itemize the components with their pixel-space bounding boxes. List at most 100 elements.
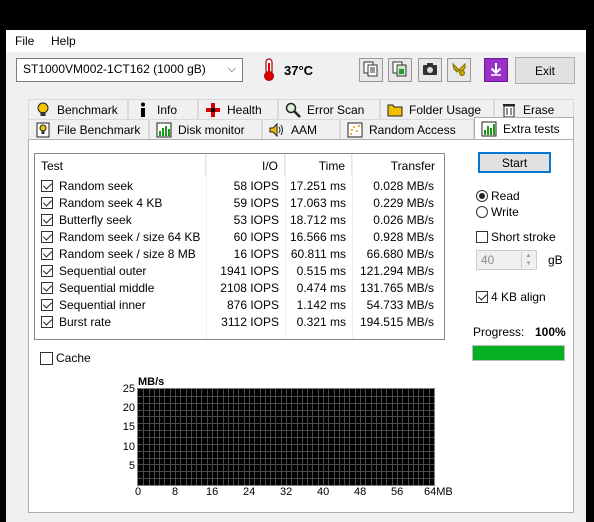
lightbulb-icon [35, 102, 51, 118]
column-header-transfer[interactable]: Transfer [352, 154, 444, 176]
table-row[interactable]: Sequential inner 876 IOPS 1.142 ms 54.733 M… [35, 297, 444, 314]
x-tick-label: 64MB [424, 486, 453, 498]
row-checkbox[interactable] [41, 282, 53, 294]
align-label: 4 KB align [491, 290, 546, 304]
progress-fill [473, 346, 564, 360]
cell-transfer: 194.515 MB/s [359, 315, 434, 329]
tab-extra-tests[interactable]: Extra tests [474, 117, 574, 139]
progress-bar [472, 345, 565, 361]
cell-time: 0.515 ms [296, 264, 346, 278]
cell-transfer: 54.733 MB/s [366, 298, 434, 312]
tab-folder-usage[interactable]: Folder Usage [380, 99, 494, 119]
tab-error-scan[interactable]: Error Scan [278, 99, 380, 119]
spin-buttons[interactable]: ▲ ▼ [521, 252, 535, 268]
tab-label: Extra tests [503, 121, 560, 136]
x-tick-label: 0 [135, 486, 142, 498]
tab-info[interactable]: Info [128, 99, 198, 119]
table-row[interactable]: Burst rate 3112 IOPS 0.321 ms 194.515 MB/s [35, 314, 444, 331]
cell-test: Sequential outer [59, 264, 147, 278]
short-stroke-checkbox[interactable] [476, 231, 488, 243]
tab-random-access[interactable]: Random Access [340, 119, 474, 139]
trash-icon [501, 102, 517, 118]
row-checkbox[interactable] [41, 299, 53, 311]
copy-image-button[interactable] [388, 58, 412, 82]
write-radio[interactable] [476, 206, 488, 218]
table-row[interactable]: Random seek / size 8 MB 16 IOPS 60.811 ms 6… [35, 246, 444, 263]
options-icon [451, 61, 467, 80]
cell-transfer: 0.928 MB/s [373, 230, 434, 244]
row-checkbox[interactable] [41, 231, 53, 243]
align-checkbox[interactable] [476, 291, 488, 303]
row-checkbox[interactable] [41, 197, 53, 209]
extra-tests-icon [481, 121, 497, 137]
progress-label: Progress: [473, 325, 525, 339]
row-checkbox[interactable] [41, 180, 53, 192]
cell-time: 60.811 ms [290, 247, 346, 261]
cell-io: 876 IOPS [226, 298, 279, 312]
options-button[interactable] [447, 58, 471, 82]
progress-value: 100% [535, 325, 566, 339]
menu-file[interactable]: File [15, 34, 34, 48]
column-header-test[interactable]: Test [35, 154, 206, 176]
table-row[interactable]: Sequential middle 2108 IOPS 0.474 ms 131.76… [35, 280, 444, 297]
cell-test: Random seek / size 64 KB [59, 230, 201, 244]
menu-help[interactable]: Help [51, 34, 76, 48]
magnifier-icon [285, 102, 301, 118]
cell-io: 1941 IOPS [220, 264, 279, 278]
tab-disk-monitor[interactable]: Disk monitor [149, 119, 262, 139]
table-row[interactable]: Random seek 58 IOPS 17.251 ms 0.028 MB/s [35, 178, 444, 195]
short-stroke-label: Short stroke [491, 230, 556, 244]
read-radio[interactable] [476, 190, 488, 202]
x-tick-label: 8 [172, 486, 179, 498]
short-stroke-value: 40 [481, 253, 495, 267]
x-tick-label: 16 [206, 486, 219, 498]
row-checkbox[interactable] [41, 265, 53, 277]
start-button[interactable]: Start [478, 152, 551, 173]
tab-health[interactable]: Health [198, 99, 278, 119]
health-icon [205, 102, 221, 118]
copy-text-icon [363, 61, 379, 80]
thermometer-icon [259, 58, 279, 82]
short-stroke-size-input[interactable]: 40 ▲ ▼ [476, 250, 537, 270]
info-icon [135, 102, 151, 118]
read-label: Read [491, 189, 520, 203]
cell-test: Burst rate [59, 315, 112, 329]
y-tick-label: 25 [122, 383, 135, 395]
tab-label: AAM [291, 122, 318, 137]
table-row[interactable]: Random seek 4 KB 59 IOPS 17.063 ms 0.229 MB… [35, 195, 444, 212]
cell-io: 16 IOPS [233, 247, 279, 261]
x-tick-label: 48 [354, 486, 367, 498]
cell-test: Sequential inner [59, 298, 146, 312]
column-header-io[interactable]: I/O [206, 154, 285, 176]
row-checkbox[interactable] [41, 248, 53, 260]
file-benchmark-icon [35, 122, 51, 138]
tab-erase[interactable]: Erase [494, 99, 574, 119]
tab-label: Health [227, 102, 262, 117]
tab-file-benchmark[interactable]: File Benchmark [28, 119, 149, 139]
cell-transfer: 66.680 MB/s [366, 247, 434, 261]
disk-monitor-icon [156, 122, 172, 138]
results-table[interactable]: Test I/O Time Transfer Random seek 58 IOP… [34, 153, 445, 340]
temperature-value: 37°C [284, 63, 314, 78]
screenshot-button[interactable] [418, 58, 442, 82]
cache-checkbox[interactable] [40, 352, 53, 365]
y-tick-label: 20 [122, 402, 135, 415]
random-access-icon [347, 122, 363, 138]
column-header-time[interactable]: Time [285, 154, 352, 176]
tab-benchmark[interactable]: Benchmark [28, 99, 128, 119]
drive-select[interactable]: ST1000VM002-1CT162 (1000 gB) ⌵ [16, 58, 243, 82]
cell-io: 2108 IOPS [220, 281, 279, 295]
table-row[interactable]: Sequential outer 1941 IOPS 0.515 ms 121.294… [35, 263, 444, 280]
spin-up-icon[interactable]: ▲ [526, 253, 532, 259]
table-row[interactable]: Random seek / size 64 KB 60 IOPS 16.566 ms… [35, 229, 444, 246]
download-button[interactable] [484, 58, 508, 82]
y-tick-label: 10 [122, 440, 135, 453]
copy-text-button[interactable] [359, 58, 383, 82]
row-checkbox[interactable] [41, 214, 53, 226]
row-checkbox[interactable] [41, 316, 53, 328]
tab-aam[interactable]: AAM [262, 119, 340, 139]
exit-button[interactable]: Exit [515, 57, 575, 84]
speaker-icon [269, 122, 285, 138]
table-row[interactable]: Butterfly seek 53 IOPS 18.712 ms 0.026 MB/s [35, 212, 444, 229]
spin-down-icon[interactable]: ▼ [526, 261, 532, 267]
